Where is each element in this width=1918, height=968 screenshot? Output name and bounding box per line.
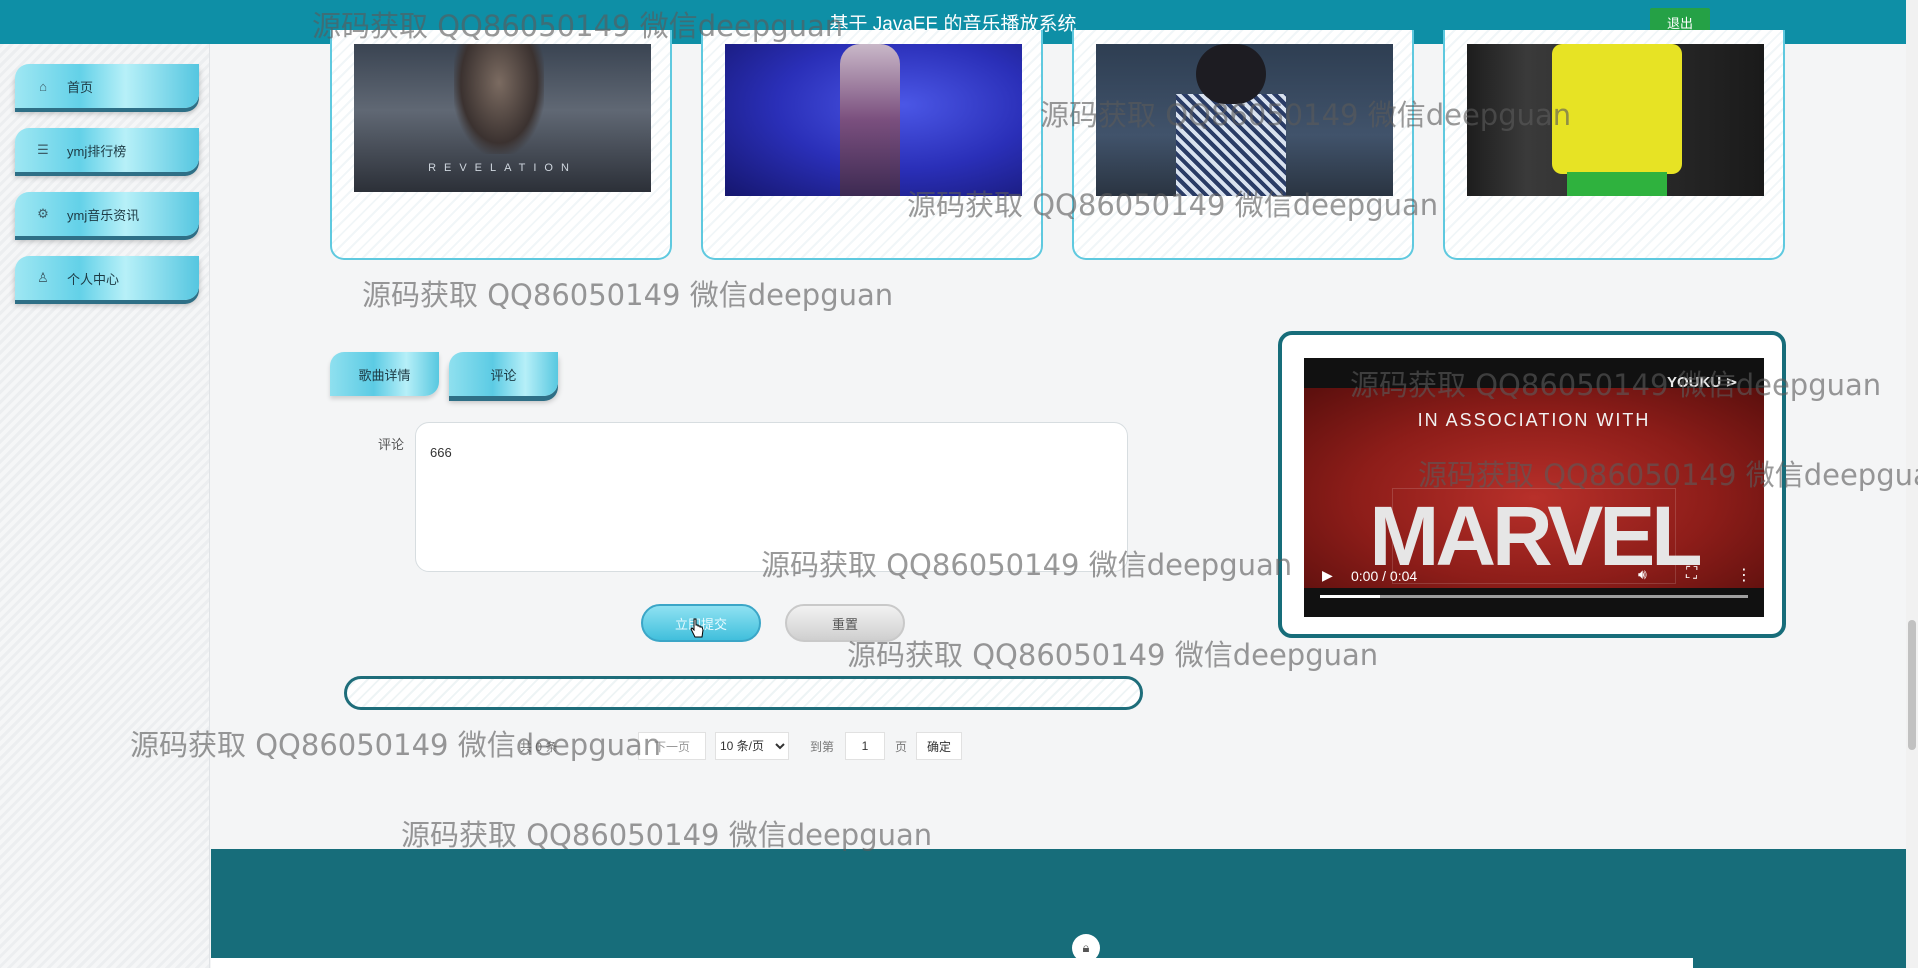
sidebar-item-label: 个人中心 bbox=[67, 271, 120, 287]
user-icon: ♙ bbox=[37, 270, 49, 285]
comment-list bbox=[344, 676, 1143, 710]
sidebar: ⌂ 首页 ☰ ymj排行榜 ⚙ ymj音乐资讯 ♙ 个人中心 bbox=[0, 44, 210, 968]
video-progress-fill bbox=[1320, 595, 1380, 598]
watermark-text: 源码获取 QQ86050149 微信deepguan bbox=[847, 638, 1379, 672]
next-page-button[interactable]: 下一页 bbox=[638, 732, 706, 760]
tab-comments[interactable]: 评论 bbox=[449, 352, 558, 396]
mouse-cursor-icon bbox=[690, 618, 704, 638]
sidebar-item-label: ymj音乐资讯 bbox=[67, 207, 140, 223]
video-time: 0:00 / 0:04 bbox=[1351, 568, 1418, 584]
volume-icon[interactable]: 🔊︎ bbox=[1638, 566, 1647, 583]
play-icon[interactable]: ▶ bbox=[1322, 567, 1333, 584]
tab-song-details[interactable]: 歌曲详情 bbox=[330, 352, 439, 396]
video-controls: ▶ 0:00 / 0:04 🔊︎ ⛶ ⋮ bbox=[1304, 555, 1764, 617]
sidebar-item-label: ymj排行榜 bbox=[67, 143, 127, 159]
video-caption: IN ASSOCIATION WITH bbox=[1417, 410, 1651, 430]
page-scrollbar[interactable] bbox=[1906, 0, 1918, 968]
reset-button[interactable]: 重置 bbox=[785, 604, 905, 642]
cover-caption: REVELATION bbox=[428, 162, 577, 174]
comment-textarea[interactable] bbox=[415, 422, 1128, 572]
goto-suffix: 页 bbox=[895, 739, 908, 754]
watermark-text: 源码获取 QQ86050149 微信deepguan bbox=[401, 818, 933, 852]
tab-label: 歌曲详情 bbox=[358, 367, 411, 383]
song-card[interactable] bbox=[1443, 30, 1785, 260]
lock-icon[interactable]: 🔒︎ bbox=[1072, 934, 1100, 962]
sidebar-item-ranking[interactable]: ☰ ymj排行榜 bbox=[15, 128, 199, 172]
goto-label: 到第 bbox=[810, 739, 835, 754]
song-cover-image: REVELATION bbox=[354, 44, 651, 192]
sidebar-item-news[interactable]: ⚙ ymj音乐资讯 bbox=[15, 192, 199, 236]
sidebar-item-home[interactable]: ⌂ 首页 bbox=[15, 64, 199, 108]
home-icon: ⌂ bbox=[39, 78, 47, 94]
watermark-text: 源码获取 QQ86050149 微信deepguan bbox=[362, 278, 894, 312]
sidebar-item-profile[interactable]: ♙ 个人中心 bbox=[15, 256, 199, 300]
confirm-page-button[interactable]: 确定 bbox=[916, 732, 962, 760]
gear-icon: ⚙ bbox=[37, 206, 49, 221]
page-size-select[interactable]: 10 条/页 bbox=[715, 732, 789, 760]
goto-page-input[interactable] bbox=[845, 732, 885, 760]
song-cover-image bbox=[1467, 44, 1764, 196]
fullscreen-icon[interactable]: ⛶ bbox=[1686, 565, 1697, 583]
video-frame: IN ASSOCIATION WITH MARVEL YOUKU ⋗ ▶ 0:0… bbox=[1278, 331, 1786, 638]
pagination-total: 共 0 条 bbox=[520, 739, 558, 754]
sidebar-item-label: 首页 bbox=[67, 79, 94, 95]
song-card[interactable] bbox=[701, 30, 1043, 260]
comment-label: 评论 bbox=[378, 437, 405, 452]
scrollbar-thumb[interactable] bbox=[1908, 620, 1916, 750]
song-card[interactable] bbox=[1072, 30, 1414, 260]
footer bbox=[211, 849, 1906, 968]
video-player[interactable]: IN ASSOCIATION WITH MARVEL YOUKU ⋗ ▶ 0:0… bbox=[1304, 358, 1764, 617]
song-card[interactable]: REVELATION bbox=[330, 30, 672, 260]
sliders-icon: ☰ bbox=[37, 142, 49, 157]
more-options-icon[interactable]: ⋮ bbox=[1736, 565, 1752, 585]
tab-label: 评论 bbox=[490, 367, 517, 383]
song-cover-image bbox=[725, 44, 1022, 196]
video-progress-bar[interactable] bbox=[1320, 595, 1748, 598]
footer-strip bbox=[211, 958, 1693, 968]
song-cover-image bbox=[1096, 44, 1393, 196]
youku-logo: YOUKU ⋗ bbox=[1667, 374, 1738, 391]
